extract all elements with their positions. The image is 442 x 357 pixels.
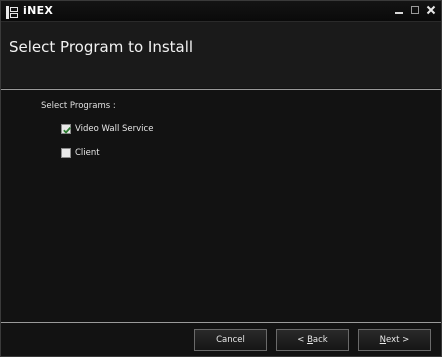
window-title: iNEX [23,4,54,17]
page-title: Select Program to Install [9,38,194,56]
minimize-icon[interactable] [393,4,405,16]
program-option-label: Client [75,148,100,158]
cancel-button[interactable]: Cancel [194,329,267,351]
checkbox-checked-icon[interactable] [61,124,71,134]
program-option-video-wall-service[interactable]: Video Wall Service [61,123,153,135]
back-button-rest: ack [312,335,328,345]
footer-divider [1,322,441,323]
program-option-client[interactable]: Client [61,147,100,159]
back-button-prefix: < [297,335,308,345]
select-programs-label: Select Programs : [41,101,116,111]
next-button-rest: ext > [386,335,410,345]
header-divider [1,89,441,90]
program-option-label: Video Wall Service [75,124,154,134]
cancel-button-label: Cancel [216,335,245,345]
checkbox-unchecked-icon[interactable] [61,148,71,158]
app-logo-icon [6,4,18,19]
wizard-header: Select Program to Install [1,22,441,88]
title-bar[interactable]: iNEX [1,1,441,22]
maximize-icon[interactable] [409,4,421,16]
installer-window: iNEX Select Program to Install Select Pr… [0,0,442,357]
close-icon[interactable] [425,4,437,16]
back-button[interactable]: < Back [276,329,349,351]
next-button[interactable]: Next > [358,329,431,351]
